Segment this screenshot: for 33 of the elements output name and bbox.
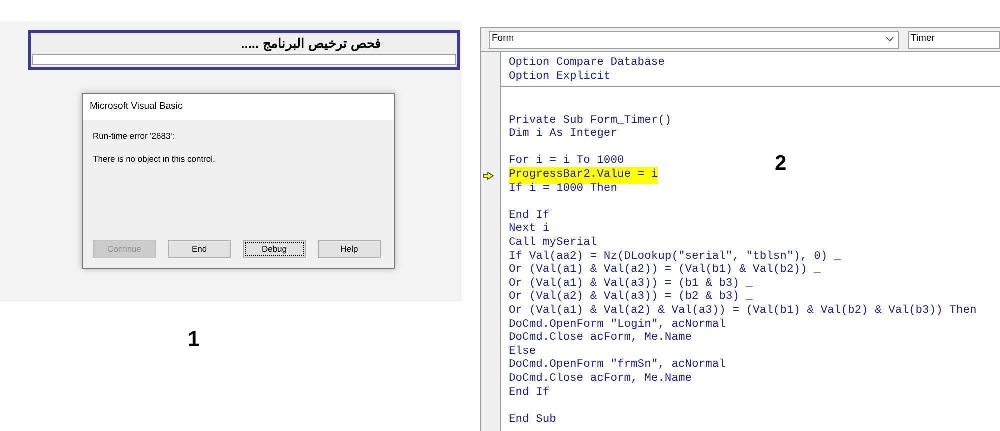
form-heading: فحص ترخيص البرنامج ..... — [240, 35, 382, 54]
figure-caption: 2 — [775, 151, 787, 177]
code-line: DoCmd.OpenForm "frmSn", acNormal — [509, 358, 726, 372]
code-line: Option Compare Database — [509, 56, 665, 70]
code-line: Or (Val(a1) & Val(a3)) = (b1 & b3) _ — [509, 276, 754, 290]
code-line: If i = 1000 Then — [509, 182, 618, 197]
code-line: For i = i To 1000 — [509, 154, 624, 168]
error-code: Run-time error '2683': — [93, 130, 176, 143]
code-line: Or (Val(a2) & Val(a3)) = (b2 & b3) _ — [509, 290, 754, 304]
code-line: Next i — [509, 222, 550, 236]
chevron-down-icon — [886, 37, 894, 42]
code-line: Else — [509, 344, 536, 358]
dialog-button[interactable]: Debug — [243, 240, 306, 258]
code-line: Option Explicit — [509, 70, 611, 85]
code-line: DoCmd.Close acForm, Me.Name — [509, 372, 692, 386]
code-line: End If — [509, 208, 550, 222]
code-line: DoCmd.OpenForm "Login", acNormal — [509, 318, 726, 332]
code-line: End If — [509, 386, 550, 401]
procedure-dropdown[interactable]: Timer — [908, 30, 1000, 48]
object-dropdown[interactable]: Form — [489, 30, 899, 48]
code-line: If Val(aa2) = Nz(DLookup("serial", "tblsn"), 0) _ — [509, 250, 842, 264]
code-line: DoCmd.Close acForm, Me.Name — [509, 330, 692, 346]
dialog-title: Microsoft Visual Basic — [90, 100, 183, 114]
error-message: There is no object in this control. — [93, 152, 216, 166]
code-line: Or (Val(a1) & Val(a2) & Val(a3)) = (Val(b1) & Val(b2) & Val(b3)) Then — [509, 304, 977, 318]
code-line: Dim i As Integer — [509, 126, 618, 142]
code-line: End Sub — [509, 412, 556, 428]
code-line: Private Sub Form_Timer() — [509, 114, 672, 128]
dialog-button[interactable]: Help — [318, 240, 381, 258]
code-line: Or (Val(a1) & Val(a2)) = (Val(b1) & Val(b2)) _ — [509, 262, 821, 278]
dialog-button[interactable]: End — [168, 240, 231, 258]
figure-caption: 1 — [188, 327, 201, 353]
code-line: Call mySerial — [509, 236, 598, 250]
